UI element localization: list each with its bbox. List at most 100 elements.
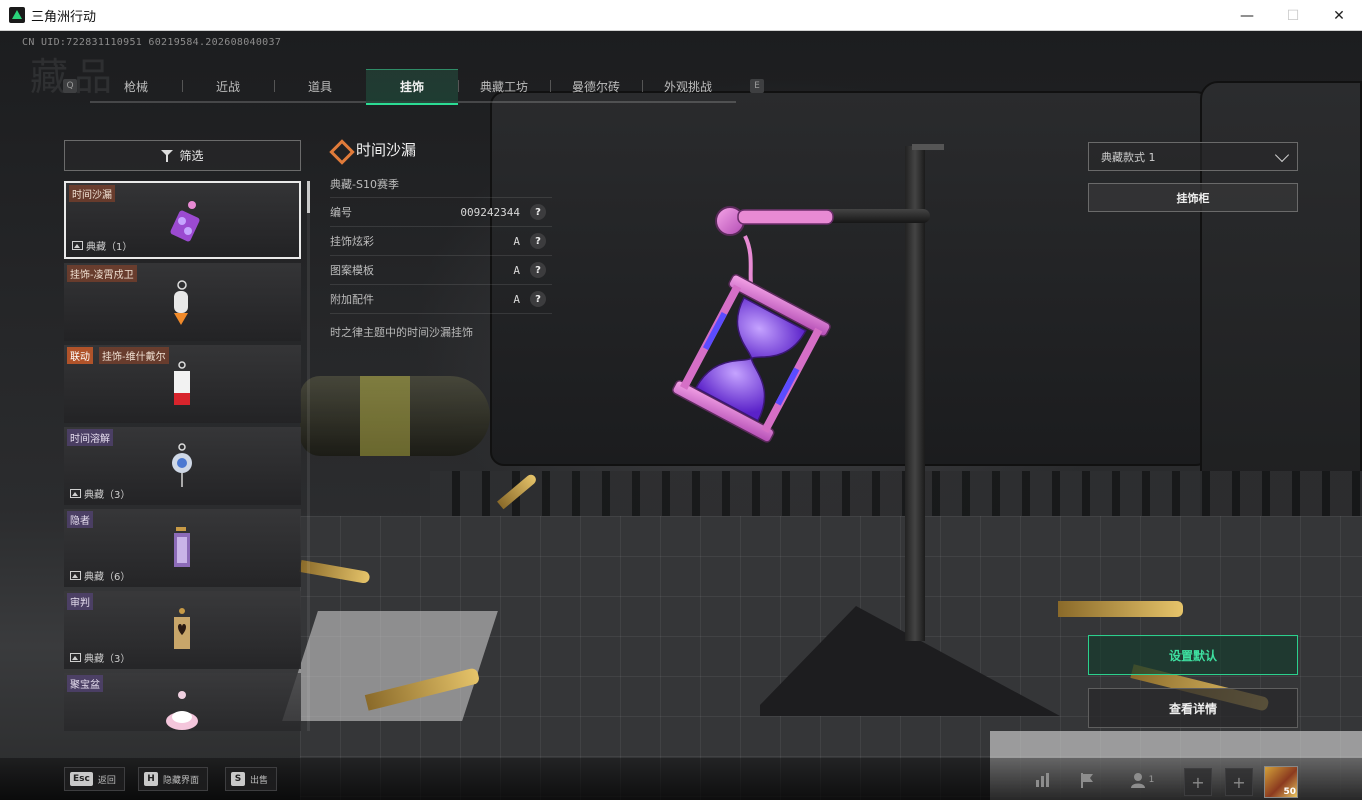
item-badge-label: 典藏（3） bbox=[84, 490, 131, 501]
stats-chart-icon[interactable] bbox=[1028, 768, 1058, 792]
party-count: 1 bbox=[1148, 775, 1155, 785]
help-icon[interactable]: ? bbox=[530, 233, 546, 249]
tab-firearms[interactable]: 枪械 bbox=[90, 69, 182, 103]
detail-title: 时间沙漏 bbox=[356, 140, 417, 159]
next-tab-key-hint[interactable]: E bbox=[750, 79, 764, 93]
category-tabs: Q 枪械 近战 道具 挂饰 典藏工坊 曼德尔砖 外观挑战 E bbox=[60, 69, 770, 105]
charm-list[interactable]: 时间沙漏 典藏（1） 挂饰-凌霄戍卫 联动 挂饰-维什戴尔 时间溶解 典藏（3）… bbox=[64, 181, 301, 731]
maximize-button[interactable]: ☐ bbox=[1270, 0, 1316, 31]
detail-row-label: 挂饰炫彩 bbox=[330, 235, 374, 248]
minimize-button[interactable]: — bbox=[1224, 0, 1270, 31]
detail-row-label: 编号 bbox=[330, 206, 352, 219]
detail-season: 典藏-S10赛季 bbox=[330, 176, 552, 198]
close-button[interactable]: ✕ bbox=[1316, 0, 1362, 31]
detail-row-value: A bbox=[513, 234, 520, 248]
charm-thumbnail bbox=[172, 443, 192, 487]
tab-melee[interactable]: 近战 bbox=[182, 69, 274, 103]
detail-row-pattern: 图案模板 A ? bbox=[330, 256, 552, 285]
item-rarity-badge: 典藏（3） bbox=[70, 486, 130, 501]
add-member-button[interactable]: + bbox=[1184, 768, 1212, 796]
list-item[interactable]: 挂饰-凌霄戍卫 bbox=[64, 263, 301, 341]
charm-model-hourglass[interactable] bbox=[640, 196, 850, 456]
hint-label: 出售 bbox=[250, 775, 269, 786]
sell-hint-button[interactable]: S 出售 bbox=[225, 767, 278, 791]
tab-strip: 枪械 近战 道具 挂饰 典藏工坊 曼德尔砖 外观挑战 bbox=[90, 69, 736, 105]
image-icon bbox=[70, 653, 81, 662]
detail-row-accessory: 附加配件 A ? bbox=[330, 285, 552, 314]
detail-row-serial: 编号 009242344 ? bbox=[330, 198, 552, 227]
set-default-button[interactable]: 设置默认 bbox=[1088, 635, 1298, 675]
avatar[interactable]: 50 bbox=[1264, 766, 1298, 798]
list-item[interactable]: 聚宝盆 bbox=[64, 673, 301, 731]
detail-description: 时之律主题中的时间沙漏挂饰 bbox=[330, 326, 473, 339]
list-item[interactable]: 时间溶解 典藏（3） bbox=[64, 427, 301, 505]
collection-diamond-icon bbox=[330, 140, 348, 158]
style-select-dropdown[interactable]: 典藏款式 1 bbox=[1088, 142, 1298, 171]
detail-row-value: A bbox=[513, 263, 520, 277]
detail-header: 时间沙漏 bbox=[330, 136, 552, 162]
help-icon[interactable]: ? bbox=[530, 291, 546, 307]
collab-tag: 联动 bbox=[67, 347, 93, 364]
keycap: S bbox=[231, 772, 245, 786]
item-name: 聚宝盆 bbox=[67, 675, 103, 692]
item-name: 时间溶解 bbox=[67, 429, 113, 446]
item-name: 挂饰-凌霄戍卫 bbox=[67, 265, 137, 282]
window-title: 三角洲行动 bbox=[31, 9, 97, 25]
chevron-down-icon bbox=[1274, 147, 1290, 163]
tab-charms[interactable]: 挂饰 bbox=[366, 69, 458, 105]
app-logo-icon bbox=[9, 7, 25, 23]
filter-label: 筛选 bbox=[179, 149, 204, 163]
item-badge-label: 典藏（3） bbox=[84, 654, 131, 665]
hint-label: 隐藏界面 bbox=[163, 775, 200, 786]
item-rarity-badge: 典藏（1） bbox=[72, 238, 132, 253]
tab-collection-workshop[interactable]: 典藏工坊 bbox=[458, 69, 550, 103]
filter-icon bbox=[161, 149, 174, 162]
filter-button[interactable]: 筛选 bbox=[64, 140, 301, 171]
detail-row-value: 009242344 bbox=[460, 205, 520, 219]
charm-thumbnail bbox=[174, 608, 190, 649]
item-name: 隐者 bbox=[67, 511, 93, 528]
help-icon[interactable]: ? bbox=[530, 262, 546, 278]
scene-canister bbox=[300, 376, 490, 456]
flag-icon[interactable] bbox=[1072, 768, 1102, 792]
player-uid: CN UID:722831110951 60219584.20260804003… bbox=[22, 37, 282, 48]
hide-ui-hint-button[interactable]: H 隐藏界面 bbox=[138, 767, 209, 791]
keycap: H bbox=[144, 772, 158, 786]
charm-cabinet-button[interactable]: 挂饰柜 bbox=[1088, 183, 1298, 212]
image-icon bbox=[70, 489, 81, 498]
tab-mandel-bricks[interactable]: 曼德尔砖 bbox=[550, 69, 642, 103]
scene-bullet bbox=[1058, 601, 1183, 617]
scene-rail bbox=[430, 471, 1362, 521]
help-icon[interactable]: ? bbox=[530, 204, 546, 220]
window-titlebar: 三角洲行动 — ☐ ✕ bbox=[0, 0, 1362, 31]
item-name: 挂饰-维什戴尔 bbox=[99, 347, 169, 364]
bottom-bar: Esc 返回 H 隐藏界面 S 出售 1 + + 50 bbox=[0, 758, 1362, 800]
detail-row-value: A bbox=[513, 292, 520, 306]
view-details-button[interactable]: 查看详情 bbox=[1088, 688, 1298, 728]
item-rarity-badge: 典藏（6） bbox=[70, 568, 130, 583]
party-members-icon[interactable]: 1 bbox=[1120, 768, 1164, 792]
charm-thumbnail bbox=[170, 201, 200, 242]
item-badge-label: 典藏（6） bbox=[84, 572, 131, 583]
item-name: 审判 bbox=[67, 593, 93, 610]
prev-tab-key-hint[interactable]: Q bbox=[63, 79, 77, 93]
list-scrollbar-track[interactable] bbox=[307, 181, 310, 731]
charm-thumbnail bbox=[174, 361, 190, 405]
list-item[interactable]: 隐者 典藏（6） bbox=[64, 509, 301, 587]
back-hint-button[interactable]: Esc 返回 bbox=[64, 767, 125, 791]
style-select-value: 典藏款式 1 bbox=[1101, 150, 1156, 164]
hint-label: 返回 bbox=[97, 775, 116, 786]
display-stand-cap bbox=[912, 144, 944, 150]
charm-thumbnail bbox=[174, 527, 190, 567]
list-scrollbar-thumb[interactable] bbox=[307, 181, 310, 213]
list-item[interactable]: 联动 挂饰-维什戴尔 bbox=[64, 345, 301, 423]
list-item[interactable]: 审判 典藏（3） bbox=[64, 591, 301, 669]
detail-row-label: 图案模板 bbox=[330, 264, 374, 277]
tab-items[interactable]: 道具 bbox=[274, 69, 366, 103]
item-name: 时间沙漏 bbox=[69, 185, 115, 202]
keycap: Esc bbox=[70, 772, 93, 786]
list-item[interactable]: 时间沙漏 典藏（1） bbox=[64, 181, 301, 259]
avatar-level: 50 bbox=[1283, 787, 1296, 797]
tab-appearance-challenge[interactable]: 外观挑战 bbox=[642, 69, 734, 103]
add-member-button[interactable]: + bbox=[1225, 768, 1253, 796]
